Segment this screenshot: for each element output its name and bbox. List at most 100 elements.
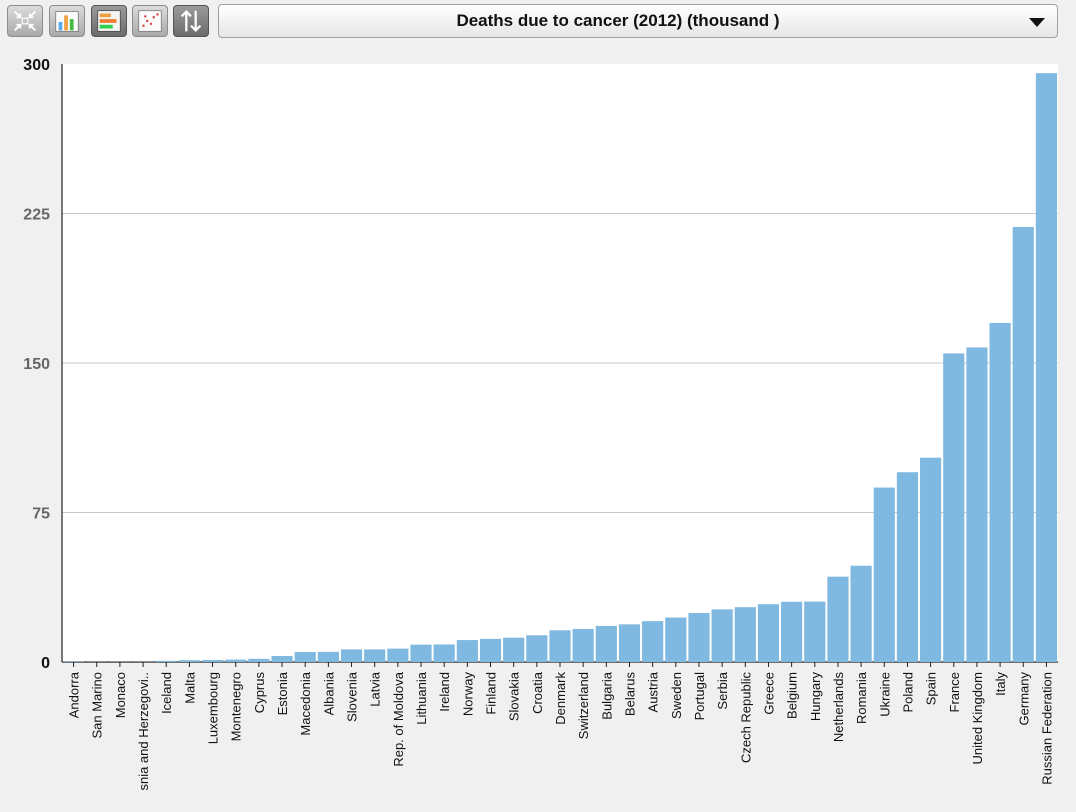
indicator-dropdown[interactable]: Deaths due to cancer (2012) (thousand ) bbox=[218, 4, 1058, 38]
sort-button[interactable] bbox=[173, 5, 209, 37]
x-tick-label: Finland bbox=[484, 672, 499, 715]
x-tick-label: Serbia bbox=[715, 671, 730, 709]
x-tick-label: Sweden bbox=[669, 672, 684, 719]
x-tick-label: snia and Herzegovi.. bbox=[136, 672, 151, 791]
bar[interactable] bbox=[526, 635, 548, 662]
x-tick-label: Latvia bbox=[368, 671, 383, 706]
x-tick-label: Austria bbox=[646, 671, 661, 712]
bar[interactable] bbox=[920, 457, 942, 662]
x-tick-label: Iceland bbox=[159, 672, 174, 714]
x-tick-label: Italy bbox=[993, 672, 1008, 696]
x-tick-label: Netherlands bbox=[831, 672, 846, 743]
bar[interactable] bbox=[642, 621, 664, 662]
bar[interactable] bbox=[595, 625, 617, 662]
bar[interactable] bbox=[757, 604, 780, 662]
x-tick-label: Montenegro bbox=[229, 672, 244, 741]
x-tick-label: Switzerland bbox=[576, 672, 591, 739]
y-tick-label: 0 bbox=[41, 655, 50, 672]
x-tick-label: Belarus bbox=[622, 672, 637, 717]
x-tick-label: France bbox=[947, 672, 962, 712]
y-tick-label: 150 bbox=[23, 356, 50, 373]
bar-chart-icon bbox=[55, 11, 79, 32]
x-tick-label: United Kingdom bbox=[970, 672, 985, 765]
bar-chart-svg: 0 75 150 225 300 Andorra San Marino Monaco snia … bbox=[23, 57, 1058, 791]
collapse-button[interactable] bbox=[7, 5, 43, 37]
bar[interactable] bbox=[201, 660, 224, 662]
bar[interactable] bbox=[966, 347, 988, 662]
bar[interactable] bbox=[943, 353, 965, 662]
bar[interactable] bbox=[225, 659, 247, 662]
x-tick-label: Poland bbox=[900, 672, 915, 712]
x-tick-label: Slovakia bbox=[507, 671, 522, 721]
bar[interactable] bbox=[989, 322, 1011, 662]
collapse-icon bbox=[14, 10, 36, 32]
bar[interactable] bbox=[248, 658, 270, 662]
x-tick-label: Czech Republic bbox=[738, 672, 753, 764]
y-tick-label: 225 bbox=[23, 207, 50, 224]
x-tick-label: Rep. of Moldova bbox=[391, 671, 406, 766]
bar[interactable] bbox=[456, 640, 478, 662]
bar[interactable] bbox=[155, 660, 177, 662]
x-tick-label: Albania bbox=[321, 671, 336, 715]
x-tick-label: Ireland bbox=[437, 672, 452, 712]
x-tick-label: San Marino bbox=[90, 672, 105, 738]
x-tick-label: Belgium bbox=[785, 672, 800, 719]
toolbar: Deaths due to cancer (2012) (thousand ) bbox=[0, 0, 1076, 44]
x-tick-label: Malta bbox=[182, 671, 197, 704]
x-tick-label: Bulgaria bbox=[599, 671, 614, 719]
x-tick-label: Portugal bbox=[692, 672, 707, 721]
x-tick-label: Monaco bbox=[113, 672, 128, 718]
x-tick-label: Andorra bbox=[67, 671, 82, 718]
bar[interactable] bbox=[850, 565, 872, 662]
bar[interactable] bbox=[294, 652, 316, 662]
bar[interactable] bbox=[873, 487, 895, 662]
bar[interactable] bbox=[804, 601, 826, 662]
x-tick-label: Spain bbox=[924, 672, 939, 705]
y-tick-label: 300 bbox=[23, 57, 50, 74]
bar[interactable] bbox=[1035, 73, 1057, 663]
bar[interactable] bbox=[549, 630, 571, 662]
bar[interactable] bbox=[665, 617, 687, 662]
y-tick-label: 75 bbox=[32, 506, 50, 523]
bar[interactable] bbox=[479, 638, 502, 662]
bar-chart-button[interactable] bbox=[49, 5, 85, 37]
horizontal-bar-button[interactable] bbox=[91, 5, 127, 37]
bar[interactable] bbox=[364, 649, 386, 662]
sort-icon bbox=[180, 10, 202, 32]
x-tick-label: Norway bbox=[460, 672, 475, 717]
indicator-dropdown-label: Deaths due to cancer (2012) (thousand ) bbox=[456, 11, 780, 30]
scatter-plot-icon bbox=[138, 10, 162, 32]
x-tick-label: Luxembourg bbox=[206, 672, 221, 744]
bar[interactable] bbox=[317, 651, 339, 662]
bar[interactable] bbox=[896, 472, 919, 662]
bar[interactable] bbox=[410, 644, 432, 662]
bar[interactable] bbox=[618, 624, 641, 662]
bar[interactable] bbox=[178, 660, 200, 662]
x-tick-label: Denmark bbox=[553, 672, 568, 725]
bar[interactable] bbox=[503, 637, 525, 662]
bar[interactable] bbox=[387, 648, 409, 662]
bar[interactable] bbox=[572, 628, 594, 662]
x-tick-label: Germany bbox=[1016, 672, 1031, 726]
bar[interactable] bbox=[1012, 227, 1034, 662]
bar[interactable] bbox=[827, 576, 849, 662]
bar[interactable] bbox=[781, 601, 803, 662]
bar[interactable] bbox=[271, 656, 293, 662]
chevron-down-icon bbox=[1029, 18, 1045, 27]
x-tick-label: Ukraine bbox=[877, 672, 892, 717]
x-tick-label: Estonia bbox=[275, 671, 290, 715]
bar[interactable] bbox=[433, 644, 455, 662]
bar[interactable] bbox=[688, 612, 710, 662]
bar-chart: 0 75 150 225 300 Andorra San Marino Monaco snia … bbox=[0, 44, 1076, 812]
x-tick-label: Russian Federation bbox=[1039, 672, 1054, 785]
x-tick-label: Macedonia bbox=[298, 671, 313, 735]
x-tick-label: Hungary bbox=[808, 672, 823, 722]
x-tick-label: Cyprus bbox=[252, 672, 267, 714]
bar[interactable] bbox=[711, 609, 733, 662]
x-tick-label: Lithuania bbox=[414, 671, 429, 725]
horizontal-bar-icon bbox=[97, 10, 121, 32]
x-tick-label: Croatia bbox=[530, 671, 545, 714]
bar[interactable] bbox=[734, 607, 756, 662]
scatter-plot-button[interactable] bbox=[132, 5, 168, 37]
bar[interactable] bbox=[340, 649, 363, 662]
